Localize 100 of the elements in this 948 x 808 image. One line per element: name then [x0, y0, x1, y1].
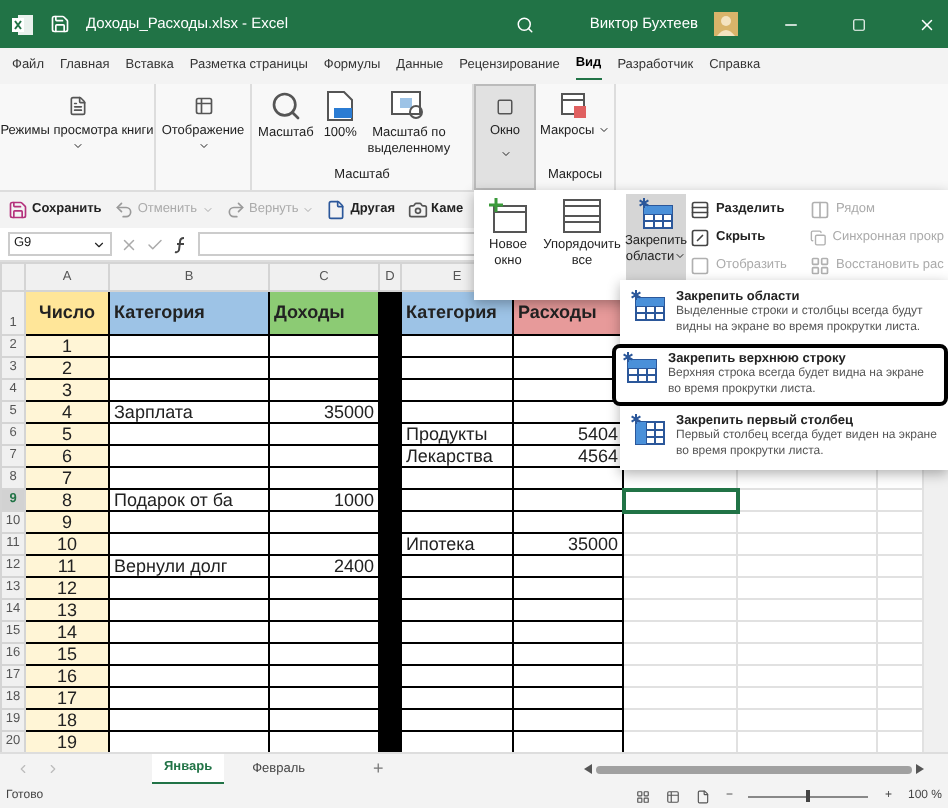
- table-cell: 15: [25, 643, 109, 665]
- table-cell: [401, 555, 513, 577]
- caret-icon: [71, 140, 83, 153]
- normal-view-icon[interactable]: [635, 789, 650, 803]
- table-cell: 1: [25, 335, 109, 357]
- undo-icon: [113, 200, 134, 220]
- table-cell: [401, 379, 513, 401]
- arrange-windows-icon: [562, 198, 602, 234]
- table-cell: [401, 687, 513, 709]
- close-icon[interactable]: [918, 15, 936, 33]
- caret-icon: [597, 124, 610, 137]
- table-cell: [401, 467, 513, 489]
- table-cell: Вернули долг: [109, 555, 269, 577]
- table-cell: [401, 643, 513, 665]
- zoom-slider[interactable]: [748, 790, 869, 802]
- save-icon: [8, 200, 28, 220]
- table-cell: [401, 489, 513, 511]
- maximize-icon[interactable]: [852, 17, 866, 31]
- table-cell: 8: [25, 489, 109, 511]
- table-cell: 12: [25, 577, 109, 599]
- table-cell: [269, 445, 379, 467]
- table-header-cell: Доходы: [269, 291, 379, 335]
- table-cell: [401, 599, 513, 621]
- table-cell: [269, 335, 379, 357]
- table-cell: 18: [25, 709, 109, 731]
- camera-icon: [407, 200, 428, 220]
- split-icon: [690, 200, 710, 220]
- slider-thumb[interactable]: [806, 790, 811, 802]
- table-cell: [269, 379, 379, 401]
- table-cell: [269, 687, 379, 709]
- table-cell: [269, 511, 379, 533]
- table-cell: 13: [25, 599, 109, 621]
- table-cell: [401, 577, 513, 599]
- table-cell: [401, 665, 513, 687]
- magnifier-icon: [269, 90, 302, 122]
- function-icon[interactable]: [172, 235, 190, 253]
- table-cell: [513, 467, 623, 489]
- table-cell: [401, 335, 513, 357]
- freeze-panes-icon: [630, 290, 666, 322]
- side-by-side-icon: [810, 200, 830, 220]
- new-window-icon: [486, 198, 530, 234]
- save-icon[interactable]: [50, 14, 70, 34]
- caret-icon: [499, 148, 511, 161]
- reset-position-icon: [810, 256, 830, 276]
- table-cell: [401, 401, 513, 423]
- table-cell: 1000: [269, 489, 379, 511]
- table-cell: 7: [25, 467, 109, 489]
- table-cell: 5: [25, 423, 109, 445]
- table-cell: [269, 423, 379, 445]
- table-cell: [513, 599, 623, 621]
- table-cell: [269, 665, 379, 687]
- scroll-left-icon[interactable]: [584, 764, 592, 774]
- freeze-panes-icon: [630, 414, 666, 447]
- zoom-selection-icon: [390, 90, 427, 122]
- table-cell: [269, 577, 379, 599]
- table-cell: [513, 709, 623, 731]
- table-cell: 2: [25, 357, 109, 379]
- table-cell: 17: [25, 687, 109, 709]
- table-cell: Зарплата: [109, 401, 269, 423]
- table-cell: [513, 643, 623, 665]
- table-cell: 16: [25, 665, 109, 687]
- search-icon[interactable]: [515, 15, 534, 33]
- add-sheet-button[interactable]: +: [373, 755, 384, 783]
- page-layout-icon[interactable]: [665, 789, 680, 803]
- table-cell: [513, 621, 623, 643]
- table-cell: Лекарства: [401, 445, 513, 467]
- table-cell: 2400: [269, 555, 379, 577]
- table-cell: [401, 357, 513, 379]
- table-cell: Подарок от ба: [109, 489, 269, 511]
- caret-icon: [201, 204, 214, 216]
- macros-icon: [560, 92, 589, 120]
- table-cell: [513, 511, 623, 533]
- table-cell: 10: [25, 533, 109, 555]
- table-cell: [401, 709, 513, 731]
- table-cell: 14: [25, 621, 109, 643]
- redo-icon: [225, 200, 246, 220]
- sync-scroll-icon: [810, 228, 827, 248]
- table-cell: [269, 643, 379, 665]
- document-icon: [326, 200, 347, 220]
- horizontal-scrollbar[interactable]: [584, 762, 924, 776]
- table-cell: 6: [25, 445, 109, 467]
- table-cell: [401, 511, 513, 533]
- avatar-icon: [714, 12, 738, 36]
- scroll-right-icon[interactable]: [916, 764, 924, 774]
- table-cell: [269, 467, 379, 489]
- table-header-cell: Число: [25, 291, 109, 335]
- table-cell: 11: [25, 555, 109, 577]
- selected-cell[interactable]: [623, 489, 737, 511]
- table-cell: [269, 621, 379, 643]
- caret-icon: [302, 204, 315, 216]
- table-cell: [513, 687, 623, 709]
- page-icon: [326, 90, 355, 122]
- table-cell: [513, 555, 623, 577]
- window-icon: [496, 98, 514, 116]
- hide-icon: [690, 228, 710, 248]
- table-cell: Ипотека: [401, 533, 513, 555]
- display-icon: [193, 96, 213, 116]
- page-break-icon[interactable]: [695, 789, 710, 803]
- table-cell: 35000: [269, 401, 379, 423]
- caret-icon: [197, 140, 209, 153]
